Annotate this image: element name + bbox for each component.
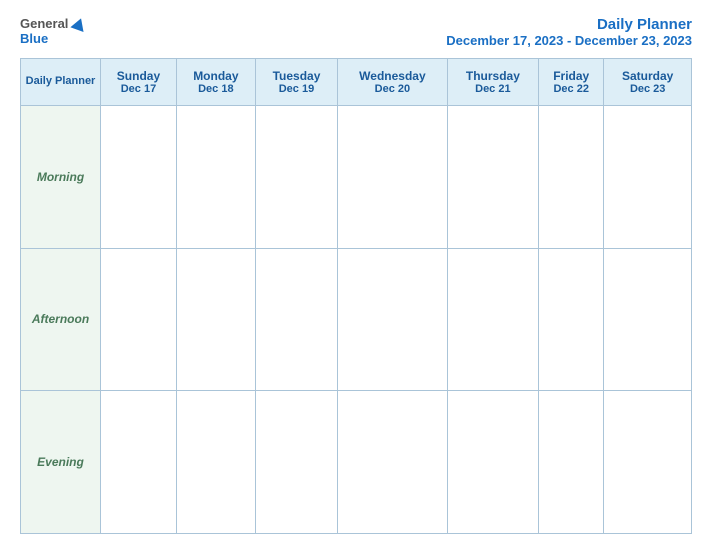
calendar-body: MorningAfternoonEvening	[21, 106, 692, 534]
header-col-sunday: SundayDec 17	[101, 59, 177, 106]
day-name: Wednesday	[342, 69, 442, 83]
cell-morning-wednesday[interactable]	[338, 106, 447, 249]
header-col-friday: FridayDec 22	[539, 59, 604, 106]
cell-morning-thursday[interactable]	[447, 106, 538, 249]
cell-evening-tuesday[interactable]	[255, 391, 337, 534]
cell-evening-monday[interactable]	[176, 391, 255, 534]
time-label-evening: Evening	[21, 391, 101, 534]
cell-morning-friday[interactable]	[539, 106, 604, 249]
time-label-morning: Morning	[21, 106, 101, 249]
cell-morning-monday[interactable]	[176, 106, 255, 249]
cell-evening-thursday[interactable]	[447, 391, 538, 534]
planner-title: Daily Planner	[446, 16, 692, 33]
cell-afternoon-friday[interactable]	[539, 248, 604, 391]
calendar-row-evening: Evening	[21, 391, 692, 534]
calendar-header-row: Daily Planner SundayDec 17MondayDec 18Tu…	[21, 59, 692, 106]
day-name: Tuesday	[260, 69, 333, 83]
header-col-wednesday: WednesdayDec 20	[338, 59, 447, 106]
cell-afternoon-thursday[interactable]	[447, 248, 538, 391]
planner-date-range: December 17, 2023 - December 23, 2023	[446, 33, 692, 48]
header-col-saturday: SaturdayDec 23	[604, 59, 692, 106]
day-date: Dec 19	[260, 83, 333, 95]
cell-afternoon-tuesday[interactable]	[255, 248, 337, 391]
cell-afternoon-sunday[interactable]	[101, 248, 177, 391]
page-header: General Blue Daily Planner December 17, …	[20, 16, 692, 48]
calendar-row-morning: Morning	[21, 106, 692, 249]
day-date: Dec 17	[105, 83, 172, 95]
day-date: Dec 18	[181, 83, 251, 95]
cell-morning-sunday[interactable]	[101, 106, 177, 249]
day-name: Saturday	[608, 69, 687, 83]
cell-evening-wednesday[interactable]	[338, 391, 447, 534]
cell-evening-friday[interactable]	[539, 391, 604, 534]
day-date: Dec 21	[452, 83, 534, 95]
calendar-table: Daily Planner SundayDec 17MondayDec 18Tu…	[20, 58, 692, 534]
logo-general-text: General	[20, 16, 68, 31]
title-area: Daily Planner December 17, 2023 - Decemb…	[446, 16, 692, 48]
day-date: Dec 22	[543, 83, 599, 95]
time-label-afternoon: Afternoon	[21, 248, 101, 391]
header-col-tuesday: TuesdayDec 19	[255, 59, 337, 106]
cell-morning-tuesday[interactable]	[255, 106, 337, 249]
logo-area: General Blue	[20, 16, 86, 46]
day-name: Thursday	[452, 69, 534, 83]
logo-blue-text: Blue	[20, 31, 48, 46]
calendar-row-afternoon: Afternoon	[21, 248, 692, 391]
cell-morning-saturday[interactable]	[604, 106, 692, 249]
cell-afternoon-wednesday[interactable]	[338, 248, 447, 391]
logo: General	[20, 16, 86, 31]
day-date: Dec 20	[342, 83, 442, 95]
cell-evening-saturday[interactable]	[604, 391, 692, 534]
day-name: Monday	[181, 69, 251, 83]
logo-triangle-icon	[71, 15, 88, 31]
daily-planner-header-cell: Daily Planner	[21, 59, 101, 106]
daily-planner-header-label: Daily Planner	[26, 75, 96, 87]
cell-afternoon-monday[interactable]	[176, 248, 255, 391]
header-col-monday: MondayDec 18	[176, 59, 255, 106]
day-name: Friday	[543, 69, 599, 83]
cell-evening-sunday[interactable]	[101, 391, 177, 534]
header-col-thursday: ThursdayDec 21	[447, 59, 538, 106]
cell-afternoon-saturday[interactable]	[604, 248, 692, 391]
day-name: Sunday	[105, 69, 172, 83]
day-date: Dec 23	[608, 83, 687, 95]
